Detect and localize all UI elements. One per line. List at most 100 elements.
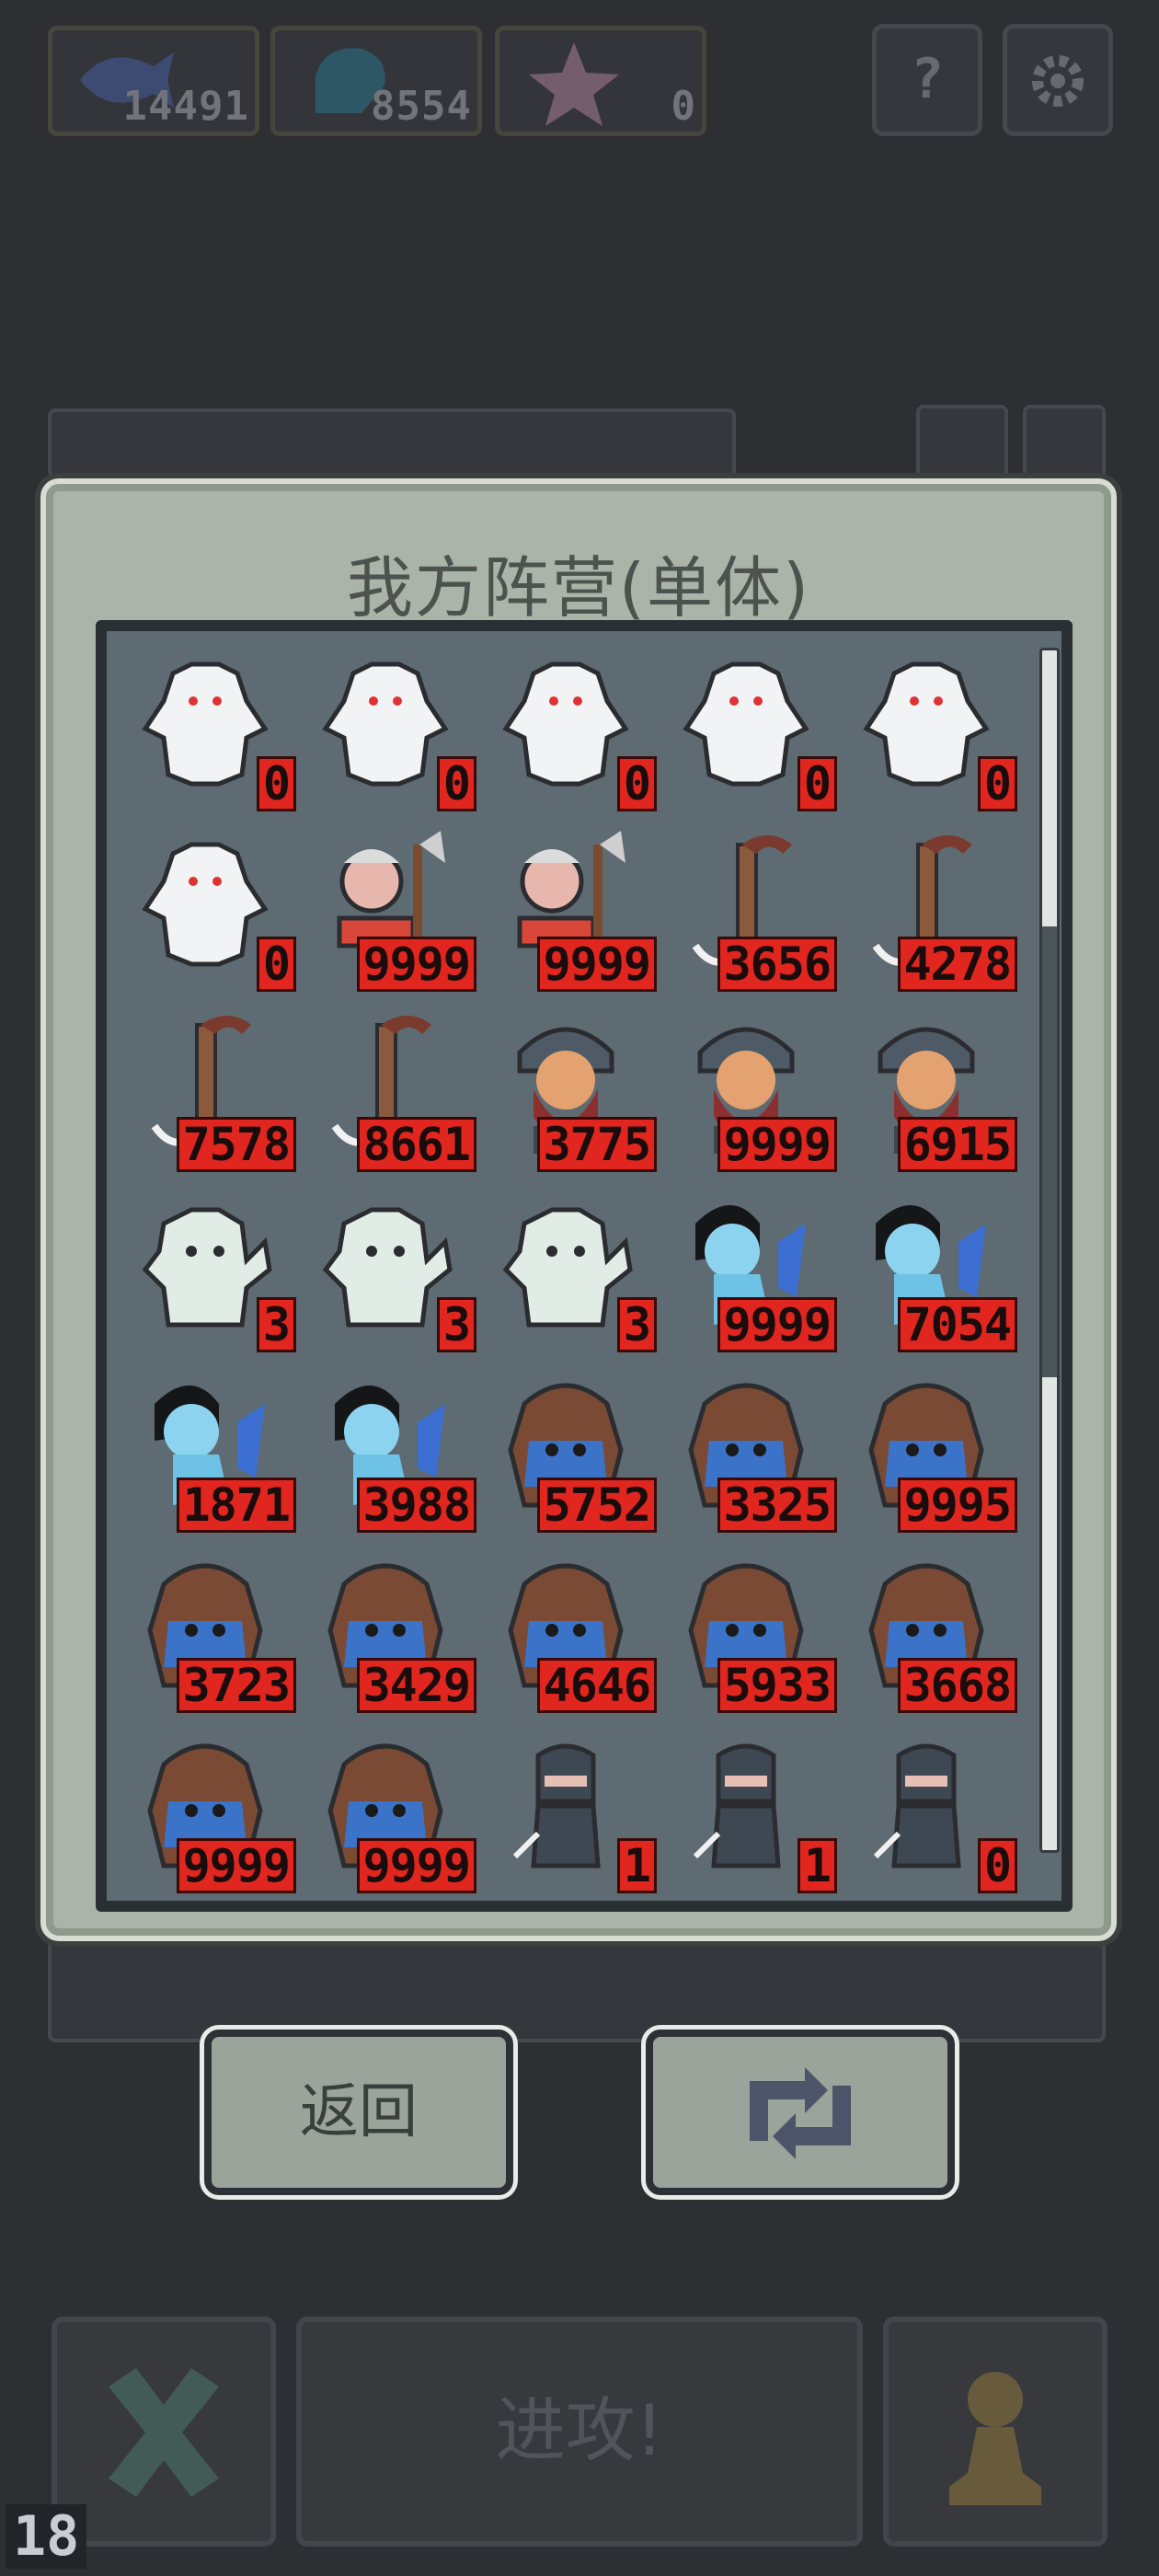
unit-cell[interactable]: 0 — [118, 817, 298, 997]
unit-cell[interactable]: 4646 — [478, 1538, 659, 1719]
unit-count-badge: 0 — [616, 756, 657, 811]
unit-count-badge: 9999 — [176, 1838, 296, 1893]
unit-cell[interactable]: 3 — [118, 1178, 298, 1358]
unit-count-badge: 9999 — [717, 1117, 837, 1172]
unit-cell[interactable]: 0 — [659, 637, 839, 817]
modal-title: 我方阵营(单体) — [346, 549, 811, 627]
unit-count-badge: 9999 — [536, 937, 657, 992]
background-side-button-1 — [916, 405, 1008, 488]
yeti-unit-icon — [316, 646, 454, 798]
unit-count-badge: 0 — [256, 756, 296, 811]
unit-count-badge: 9995 — [897, 1478, 1017, 1533]
unit-count-badge: 6915 — [897, 1117, 1017, 1172]
unit-cell[interactable]: 6915 — [839, 997, 1019, 1178]
ghost-unit-icon — [497, 1187, 635, 1339]
ninja-unit-icon — [497, 1728, 635, 1880]
unit-count-badge: 9999 — [356, 1838, 476, 1893]
unit-cell[interactable]: 3 — [298, 1178, 478, 1358]
level-indicator: 18 — [6, 2504, 87, 2569]
unit-count-badge: 9999 — [356, 937, 476, 992]
attack-button[interactable]: 进攻! — [296, 2317, 863, 2547]
resource-star: 0 — [495, 26, 706, 136]
unit-cell[interactable]: 0 — [298, 637, 478, 817]
ninja-unit-icon — [857, 1728, 995, 1880]
back-label: 返回 — [300, 2078, 418, 2146]
yeti-unit-icon — [136, 646, 274, 798]
unit-count-badge: 1 — [797, 1838, 837, 1893]
unit-cell[interactable]: 9999 — [659, 997, 839, 1178]
unit-count-badge: 4646 — [536, 1658, 657, 1713]
unit-cell[interactable]: 3775 — [478, 997, 659, 1178]
unit-count-badge: 1 — [616, 1838, 657, 1893]
settings-button[interactable] — [1003, 24, 1113, 136]
resource-fish: 14491 — [48, 26, 259, 136]
unit-count-badge: 1871 — [176, 1478, 296, 1533]
refresh-button[interactable] — [646, 2030, 955, 2195]
unit-cell[interactable]: 9999 — [298, 817, 478, 997]
scroll-thumb[interactable] — [1042, 926, 1057, 1377]
unit-cell[interactable]: 3656 — [659, 817, 839, 997]
unit-cell[interactable]: 3325 — [659, 1358, 839, 1538]
unit-count-badge: 3 — [436, 1297, 476, 1352]
unit-count-badge: 3 — [256, 1297, 296, 1352]
unit-count-badge: 3656 — [717, 937, 837, 992]
attack-label: 进攻! — [495, 2389, 664, 2471]
unit-count-badge: 0 — [436, 756, 476, 811]
unit-cell[interactable]: 0 — [839, 637, 1019, 817]
unit-grid-panel[interactable]: 0 0 0 0 0 0 9999 9999 3656 4278 7578 8661 3775 9999 69… — [96, 620, 1073, 1912]
unit-cell[interactable]: 7054 — [839, 1178, 1019, 1358]
yeti-unit-icon — [677, 646, 815, 798]
x-icon — [109, 2368, 219, 2497]
unit-count-badge: 7578 — [176, 1117, 296, 1172]
ghost-unit-icon — [136, 1187, 274, 1339]
pawn-button[interactable] — [883, 2317, 1107, 2547]
unit-cell[interactable]: 0 — [118, 637, 298, 817]
unit-cell[interactable]: 3429 — [298, 1538, 478, 1719]
ninja-unit-icon — [677, 1728, 815, 1880]
unit-count-badge: 4278 — [897, 937, 1017, 992]
resource-star-value: 0 — [671, 83, 696, 130]
unit-cell[interactable]: 5752 — [478, 1358, 659, 1538]
unit-cell[interactable]: 9999 — [478, 817, 659, 997]
unit-cell[interactable]: 9999 — [298, 1719, 478, 1899]
scrollbar[interactable] — [1039, 648, 1060, 1853]
background-header-frame — [48, 408, 736, 478]
help-label: ? — [910, 47, 945, 111]
unit-cell[interactable]: 3988 — [298, 1358, 478, 1538]
unit-count-badge: 0 — [256, 937, 296, 992]
unit-cell[interactable]: 9995 — [839, 1358, 1019, 1538]
resource-gem: 8554 — [270, 26, 482, 136]
unit-count-badge: 0 — [977, 1838, 1017, 1893]
unit-count-badge: 7054 — [897, 1297, 1017, 1352]
unit-cell[interactable]: 3668 — [839, 1538, 1019, 1719]
unit-cell[interactable]: 7578 — [118, 997, 298, 1178]
unit-cell[interactable]: 1871 — [118, 1358, 298, 1538]
unit-count-badge: 0 — [797, 756, 837, 811]
yeti-unit-icon — [857, 646, 995, 798]
unit-cell[interactable]: 9999 — [659, 1178, 839, 1358]
unit-cell[interactable]: 5933 — [659, 1538, 839, 1719]
unit-cell[interactable]: 3 — [478, 1178, 659, 1358]
resource-gem-value: 8554 — [371, 83, 472, 130]
unit-cell[interactable]: 1 — [659, 1719, 839, 1899]
unit-cell[interactable]: 0 — [478, 637, 659, 817]
background-side-button-2 — [1023, 405, 1106, 488]
unit-count-badge: 3325 — [717, 1478, 837, 1533]
yeti-unit-icon — [136, 826, 274, 978]
unit-cell[interactable]: 8661 — [298, 997, 478, 1178]
unit-cell[interactable]: 4278 — [839, 817, 1019, 997]
unit-count-badge: 5752 — [536, 1478, 657, 1533]
unit-cell[interactable]: 3723 — [118, 1538, 298, 1719]
star-icon — [529, 42, 619, 126]
unit-count-badge: 5933 — [717, 1658, 837, 1713]
unit-count-badge: 3668 — [897, 1658, 1017, 1713]
unit-cell[interactable]: 0 — [839, 1719, 1019, 1899]
unit-cell[interactable]: 1 — [478, 1719, 659, 1899]
unit-count-badge: 3988 — [356, 1478, 476, 1533]
ghost-unit-icon — [316, 1187, 454, 1339]
unit-cell[interactable]: 9999 — [118, 1719, 298, 1899]
team-modal: 我方阵营(单体) 0 0 0 0 0 0 9999 9999 3656 4278 7578 8661 3… — [40, 478, 1117, 1941]
help-button[interactable]: ? — [872, 24, 982, 136]
back-button[interactable]: 返回 — [204, 2030, 513, 2195]
unit-count-badge: 3 — [616, 1297, 657, 1352]
